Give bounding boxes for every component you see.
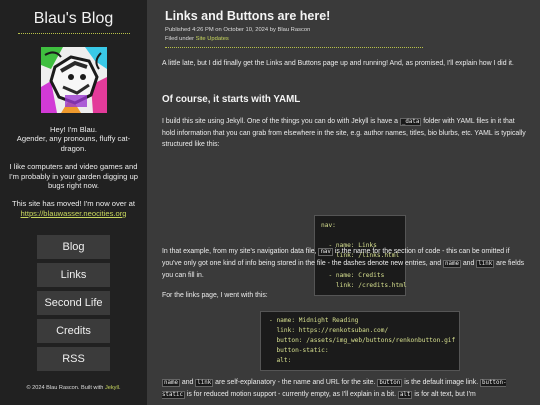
- nav-links-button[interactable]: Links: [37, 263, 110, 288]
- inline-code-nav: nav: [318, 248, 333, 256]
- post-published: Published 4:26 PM on October 10, 2024 by…: [165, 27, 311, 33]
- bio: Hey! I'm Blau. Agender, any pronouns, fl…: [0, 125, 147, 218]
- fields-explanation-paragraph: name and link are self-explanatory - the…: [162, 379, 507, 399]
- inline-code-data: _data: [399, 118, 422, 126]
- nav-second-life-button[interactable]: Second Life: [37, 291, 110, 316]
- bio-greeting: Hey! I'm Blau.: [49, 125, 98, 134]
- jekyll-paragraph: I build this site using Jekyll. One of t…: [162, 118, 526, 148]
- inline-code-name: name: [162, 379, 180, 387]
- avatar-image: [40, 47, 107, 113]
- main-content: Links and Buttons are here! Published 4:…: [147, 0, 540, 405]
- title-divider: [165, 47, 423, 48]
- bio-moved-notice: This site has moved! I'm now over at: [12, 199, 135, 209]
- sidebar: Blau's Blog Hey! I'm Blau. Agender, any …: [0, 0, 147, 405]
- section-heading: Of course, it starts with YAML: [162, 94, 301, 105]
- nav-credits-button[interactable]: Credits: [37, 319, 110, 344]
- inline-code-button: button: [377, 379, 403, 387]
- inline-code-link: link: [195, 379, 214, 387]
- yaml-code-block-links: - name: Midnight Reading link: https://r…: [260, 311, 460, 371]
- post-meta: Published 4:26 PM on October 10, 2024 by…: [165, 26, 310, 44]
- intro-paragraph: A little late, but I did finally get the…: [162, 60, 514, 67]
- example-paragraph: In that example, from my site's navigati…: [162, 248, 525, 279]
- new-site-link[interactable]: https://blauwasser.neocities.org: [21, 209, 127, 218]
- nav-rss-button[interactable]: RSS: [37, 347, 110, 372]
- sidebar-divider: [17, 33, 130, 34]
- bio-interests: I like computers and video games and I'm…: [9, 162, 138, 191]
- blog-title[interactable]: Blau's Blog: [0, 9, 147, 29]
- footer: © 2024 Blau Rascon. Built with Jekyll.: [0, 385, 147, 391]
- bio-identity: Agender, any pronouns, fluffy cat-dragon…: [16, 134, 131, 153]
- post-filed-under: Filed under Site Updates: [165, 35, 310, 44]
- avatar: [40, 47, 107, 113]
- footer-period: .: [118, 385, 121, 392]
- inline-code-alt: alt: [397, 391, 413, 399]
- inline-code-link: link: [476, 260, 495, 268]
- inline-code-name: name: [442, 260, 461, 268]
- footer-copyright: © 2024 Blau Rascon. Built with: [26, 385, 105, 392]
- sidebar-nav: Blog Links Second Life Credits RSS: [0, 235, 147, 372]
- post-title: Links and Buttons are here!: [165, 9, 331, 23]
- links-intro-paragraph: For the links page, I went with this:: [162, 292, 268, 299]
- nav-blog-button[interactable]: Blog: [37, 235, 110, 260]
- category-link[interactable]: Site Updates: [196, 36, 229, 42]
- filed-under-label: Filed under: [165, 36, 196, 42]
- footer-jekyll-link[interactable]: Jekyll: [105, 385, 119, 391]
